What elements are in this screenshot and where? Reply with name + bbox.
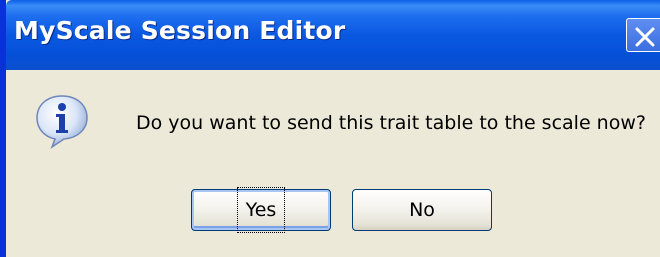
close-icon [635, 27, 655, 47]
title-bar[interactable]: MyScale Session Editor [6, 0, 660, 70]
message-dialog: MyScale Session Editor Do you want to se… [0, 0, 660, 257]
info-icon [36, 95, 88, 149]
close-button[interactable] [626, 18, 660, 52]
yes-button[interactable]: Yes [191, 187, 331, 233]
dialog-message: Do you want to send this trait table to … [136, 112, 646, 134]
window-title: MyScale Session Editor [14, 16, 346, 45]
dialog-body: Do you want to send this trait table to … [6, 70, 660, 257]
no-button-label: No [409, 199, 435, 221]
no-button[interactable]: No [352, 189, 492, 231]
yes-button-label: Yes [236, 187, 286, 233]
